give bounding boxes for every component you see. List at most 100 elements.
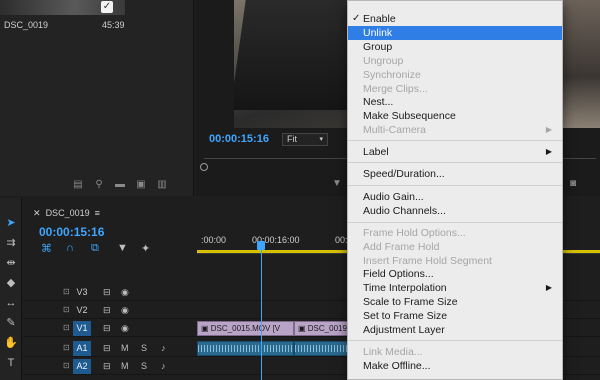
menu-item-link-media[interactable]: Link Media... xyxy=(348,345,562,359)
camera-icon[interactable]: ◙ xyxy=(570,178,576,189)
folder-icon[interactable]: ▬ xyxy=(114,180,126,190)
menu-item-label: Time Interpolation xyxy=(363,282,447,294)
trash-icon[interactable]: ▥ xyxy=(156,180,168,190)
track-label-a1[interactable]: A1 xyxy=(73,341,91,356)
menu-divider xyxy=(348,185,562,186)
menu-divider xyxy=(348,222,562,223)
menu-item-synchronize[interactable]: Synchronize xyxy=(348,68,562,82)
mute-button[interactable]: M xyxy=(121,343,129,353)
search-icon[interactable]: ⚲ xyxy=(93,180,105,190)
track-label-v3[interactable]: V3 xyxy=(73,285,91,300)
menu-item-enable[interactable]: ✓ Enable xyxy=(348,12,562,26)
timeline-toolbar: ⌘ ∩ ⧉ ▼ ✦ xyxy=(41,242,161,256)
fit-dropdown[interactable]: Fit ▾ xyxy=(282,133,328,146)
waveform xyxy=(198,345,293,352)
waveform xyxy=(295,345,348,352)
mute-button[interactable]: M xyxy=(121,361,129,371)
menu-item-add-frame-hold[interactable]: Add Frame Hold xyxy=(348,240,562,254)
menu-item-merge-clips[interactable]: Merge Clips... xyxy=(348,82,562,96)
hand-icon[interactable]: ✋ xyxy=(3,336,19,350)
close-icon[interactable]: ✕ xyxy=(33,208,41,218)
menu-item-set-to-frame-size[interactable]: Set to Frame Size xyxy=(348,309,562,323)
ripple-edit-icon[interactable]: ⇹ xyxy=(3,256,19,270)
menu-item-make-offline[interactable]: Make Offline... xyxy=(348,359,562,373)
menu-item-group[interactable]: Group xyxy=(348,40,562,54)
lock-icon[interactable]: ⊡ xyxy=(63,287,70,296)
microphone-icon[interactable]: ♪ xyxy=(161,361,166,371)
video-clip[interactable]: ▣ DSC_0019 xyxy=(294,321,349,336)
audio-clip[interactable] xyxy=(294,341,349,356)
audio-clip[interactable] xyxy=(197,341,294,356)
nest-toggle-icon[interactable]: ⌘ xyxy=(41,242,52,255)
eye-icon[interactable]: ◉ xyxy=(121,305,129,316)
menu-item-label-submenu[interactable]: Label ▶ xyxy=(348,145,562,159)
submenu-arrow-icon: ▶ xyxy=(545,125,552,134)
menu-item-insert-frame-hold-segment[interactable]: Insert Frame Hold Segment xyxy=(348,254,562,268)
menu-item-label: Nest... xyxy=(363,96,394,108)
eye-icon[interactable]: ◉ xyxy=(121,323,129,334)
menu-item-label: Make Offline... xyxy=(363,360,431,372)
lock-icon[interactable]: ⊡ xyxy=(63,323,70,332)
menu-item-speed-duration[interactable]: Speed/Duration... xyxy=(348,167,562,181)
menu-item-make-subsequence[interactable]: Make Subsequence xyxy=(348,109,562,123)
sync-lock-icon[interactable]: ⊟ xyxy=(103,305,111,316)
menu-item-scale-to-frame-size[interactable]: Scale to Frame Size xyxy=(348,295,562,309)
playhead-marker-icon[interactable] xyxy=(200,163,208,171)
menu-item-time-interpolation[interactable]: Time Interpolation ▶ xyxy=(348,281,562,295)
list-icon[interactable]: ▤ xyxy=(72,180,84,190)
track-label-v1[interactable]: V1 xyxy=(73,321,91,336)
menu-item-frame-hold-options[interactable]: Frame Hold Options... xyxy=(348,226,562,240)
lock-icon[interactable]: ⊡ xyxy=(63,343,70,352)
menu-item-audio-gain[interactable]: Audio Gain... xyxy=(348,190,562,204)
menu-item-label: Link Media... xyxy=(363,346,423,358)
pen-icon[interactable]: ✎ xyxy=(3,316,19,330)
razor-icon[interactable]: ◆ xyxy=(3,276,19,290)
sync-lock-icon[interactable]: ⊟ xyxy=(103,343,111,354)
project-panel: ✓ DSC_0019 45:39 ▤ ⚲ ▬ ▣ ▥ xyxy=(0,0,194,196)
video-clip[interactable]: ▣ DSC_0015.MOV [V xyxy=(197,321,294,336)
menu-item-ungroup[interactable]: Ungroup xyxy=(348,54,562,68)
sync-lock-icon[interactable]: ⊟ xyxy=(103,361,111,372)
wrench-icon[interactable]: ✦ xyxy=(141,242,150,255)
menu-item-label: Adjustment Layer xyxy=(363,324,445,336)
marker-icon[interactable]: ▼ xyxy=(332,178,342,189)
timeline-timecode[interactable]: 00:00:15:16 xyxy=(39,225,104,239)
menu-item-label: Insert Frame Hold Segment xyxy=(363,255,492,267)
menu-item-unlink[interactable]: Unlink xyxy=(348,26,562,40)
playhead-line[interactable] xyxy=(261,248,262,380)
selection-tool-icon[interactable]: ➤ xyxy=(3,216,19,230)
submenu-arrow-icon: ▶ xyxy=(545,283,552,292)
sync-lock-icon[interactable]: ⊟ xyxy=(103,323,111,334)
lock-icon[interactable]: ⊡ xyxy=(63,361,70,370)
slip-icon[interactable]: ↔ xyxy=(3,296,19,310)
checkmark-icon: ✓ xyxy=(352,13,361,24)
new-item-icon[interactable]: ▣ xyxy=(135,180,147,190)
menu-divider xyxy=(348,340,562,341)
sync-lock-icon[interactable]: ⊟ xyxy=(103,287,111,298)
menu-item-field-options[interactable]: Field Options... xyxy=(348,267,562,281)
menu-item-nest[interactable]: Nest... xyxy=(348,95,562,109)
menu-item-label: Set to Frame Size xyxy=(363,310,448,322)
menu-item-adjustment-layer[interactable]: Adjustment Layer xyxy=(348,323,562,337)
track-select-icon[interactable]: ⇉ xyxy=(3,236,19,250)
menu-item-multi-camera[interactable]: Multi-Camera ▶ xyxy=(348,123,562,137)
solo-button[interactable]: S xyxy=(141,343,147,353)
video-frame-edge xyxy=(558,0,600,128)
check-icon: ✓ xyxy=(101,1,113,13)
menu-item-audio-channels[interactable]: Audio Channels... xyxy=(348,204,562,218)
add-marker-icon[interactable]: ▼ xyxy=(117,242,128,254)
menu-item-label: Synchronize xyxy=(363,69,421,81)
solo-button[interactable]: S xyxy=(141,361,147,371)
sequence-tab[interactable]: ✕ DSC_0019 ≡ xyxy=(33,208,100,219)
monitor-timecode[interactable]: 00:00:15:16 xyxy=(209,133,269,145)
type-tool-icon[interactable]: T xyxy=(3,356,19,370)
lock-icon[interactable]: ⊡ xyxy=(63,305,70,314)
snap-icon[interactable]: ∩ xyxy=(66,242,74,254)
track-label-a2[interactable]: A2 xyxy=(73,359,91,374)
microphone-icon[interactable]: ♪ xyxy=(161,343,166,353)
clip-name[interactable]: DSC_0019 xyxy=(4,20,48,30)
track-label-v2[interactable]: V2 xyxy=(73,303,91,318)
linked-selection-icon[interactable]: ⧉ xyxy=(91,242,99,255)
menu-icon[interactable]: ≡ xyxy=(95,208,100,218)
eye-icon[interactable]: ◉ xyxy=(121,287,129,298)
